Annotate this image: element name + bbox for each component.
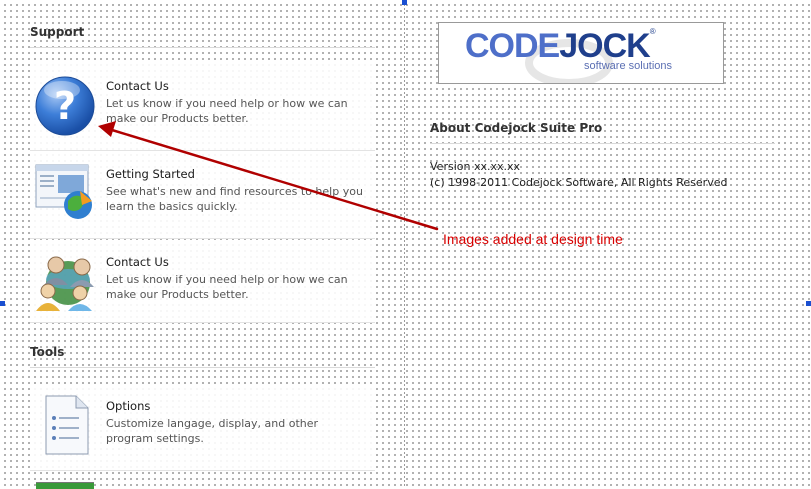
getting-started-card[interactable]: Getting Started See what's new and find … — [30, 152, 375, 239]
logo-registered: ® — [649, 27, 656, 36]
version-text: Version xx.xx.xx — [430, 160, 520, 173]
about-divider — [430, 143, 775, 144]
about-title: About Codejock Suite Pro — [430, 121, 603, 135]
support-divider — [30, 47, 375, 48]
annotation-label: Images added at design time — [443, 231, 623, 247]
tools-divider — [30, 367, 375, 368]
help-icon: ? — [34, 75, 96, 141]
panel-splitter[interactable] — [404, 0, 405, 488]
contact-us-users-description: Let us know if you need help or how we c… — [106, 273, 348, 301]
options-document-icon — [42, 394, 92, 460]
getting-started-title: Getting Started — [106, 167, 195, 181]
getting-started-description: See what's new and find resources to hel… — [106, 185, 363, 213]
options-title: Options — [106, 399, 151, 413]
options-description: Customize langage, display, and other pr… — [106, 417, 319, 445]
codejock-logo: CODEJOCK® software solutions — [438, 22, 724, 84]
tools-section-title: Tools — [30, 345, 65, 359]
contact-us-card[interactable]: ? Contact Us Let us know if you need hel… — [30, 64, 375, 151]
contact-us-users-card[interactable]: Contact Us Let us know if you need help … — [30, 240, 375, 323]
resize-handle-left[interactable] — [0, 301, 5, 306]
support-section-title: Support — [30, 25, 85, 39]
copyright-text: (c) 1998-2011 Codejock Software, All Rig… — [430, 176, 728, 189]
resize-handle-right[interactable] — [806, 301, 811, 306]
getting-started-icon — [34, 161, 100, 229]
logo-tagline: software solutions — [584, 60, 673, 72]
contact-us-title: Contact Us — [106, 79, 169, 93]
logo-brand-left: CODE — [465, 27, 560, 65]
contact-us-users-title: Contact Us — [106, 255, 169, 269]
options-card[interactable]: Options Customize langage, display, and … — [30, 384, 375, 471]
contact-us-description: Let us know if you need help or how we c… — [106, 97, 348, 125]
svg-text:?: ? — [54, 84, 76, 128]
resize-handle-top[interactable] — [402, 0, 407, 5]
users-icon — [34, 249, 102, 319]
